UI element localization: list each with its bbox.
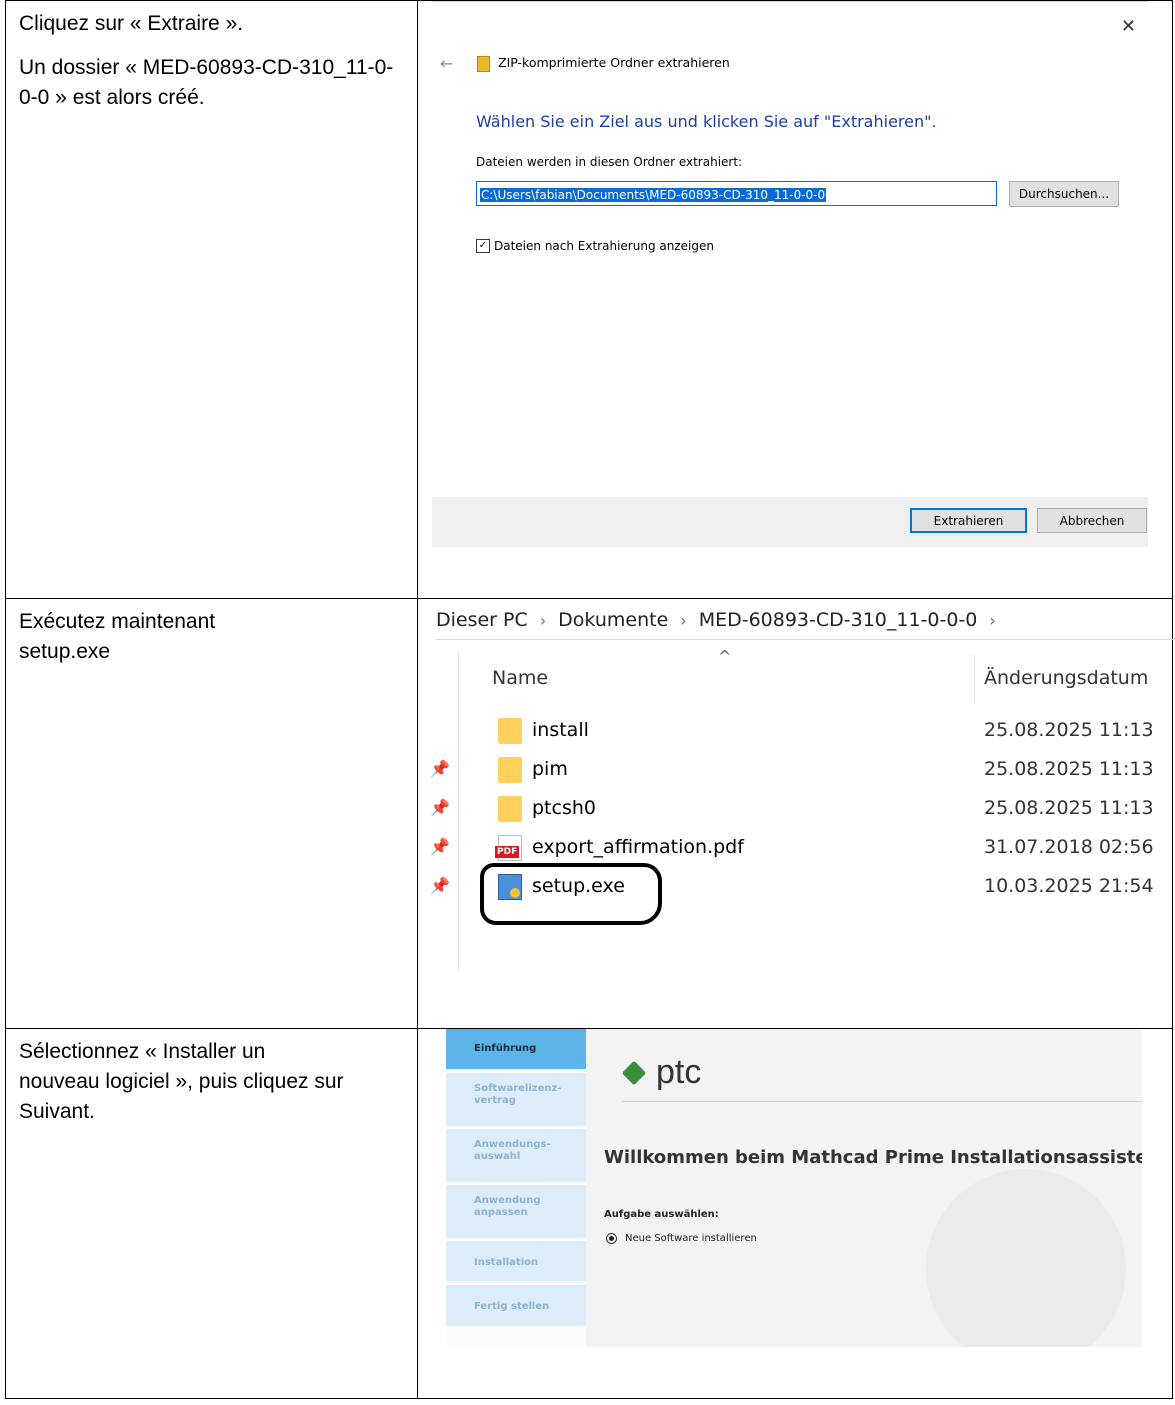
- file-date: 25.08.2025 11:13: [984, 719, 1154, 741]
- file-name: pim: [532, 758, 568, 780]
- breadcrumb-item[interactable]: Dokumente: [558, 609, 668, 631]
- dialog-heading: Wählen Sie ein Ziel aus und klicken Sie …: [476, 112, 937, 131]
- back-arrow-icon[interactable]: ←: [440, 54, 453, 73]
- folder-icon: [498, 718, 522, 744]
- checkmark-icon: ✓: [476, 239, 490, 253]
- extract-button[interactable]: Extrahieren: [910, 508, 1027, 533]
- folder-icon: [498, 757, 522, 783]
- step-row-installer: Sélectionnez « Installer un nouveau logi…: [5, 1028, 1173, 1399]
- folder-label: Dateien werden in diesen Ordner extrahie…: [476, 155, 743, 169]
- column-separator[interactable]: [974, 654, 975, 704]
- show-files-checkbox[interactable]: ✓ Dateien nach Extrahierung anzeigen: [476, 239, 714, 253]
- ptc-logo-icon: [621, 1060, 647, 1085]
- file-date: 31.07.2018 02:56: [984, 836, 1154, 858]
- installer-step-label: Anwendung anpassen: [474, 1195, 541, 1218]
- dialog-footer: Extrahieren Abbrechen: [432, 497, 1148, 547]
- task-label: Aufgabe auswählen:: [604, 1209, 719, 1220]
- ptc-logo-text: ptc: [656, 1053, 702, 1091]
- destination-path-input[interactable]: C:\Users\fabian\Documents\MED-60893-CD-3…: [476, 181, 997, 206]
- pdf-badge: PDF: [495, 846, 520, 858]
- installer-step[interactable]: Softwarelizenz- vertrag: [446, 1073, 586, 1127]
- background-image: [926, 1169, 1126, 1347]
- file-name: export_affirmation.pdf: [532, 836, 744, 858]
- divider: [436, 639, 1175, 640]
- screenshot-cell: ✕ ← ZIP-komprimierte Ordner extrahieren …: [417, 0, 1173, 599]
- breadcrumb-item[interactable]: MED-60893-CD-310_11-0-0-0: [699, 609, 978, 631]
- instruction-table: Cliquez sur « Extraire ». Un dossier « M…: [5, 0, 1175, 1399]
- installer-step[interactable]: Installation: [446, 1241, 586, 1283]
- breadcrumb-item[interactable]: Dieser PC: [436, 609, 528, 631]
- close-icon[interactable]: ✕: [1121, 16, 1136, 37]
- file-row[interactable]: install 25.08.2025 11:13: [418, 713, 1175, 752]
- step-instruction-cell: Exécutez maintenant setup.exe: [5, 598, 418, 1029]
- file-row[interactable]: 📌 pim 25.08.2025 11:13: [418, 752, 1175, 791]
- screenshot-cell: Einführung Softwarelizenz- vertrag Anwen…: [417, 1028, 1173, 1399]
- screenshot-cell: Dieser PC › Dokumente › MED-60893-CD-310_11-…: [417, 598, 1175, 1029]
- new-install-radio[interactable]: Neue Software installieren: [606, 1233, 757, 1244]
- file-date: 25.08.2025 11:13: [984, 797, 1154, 819]
- folder-icon: [498, 796, 522, 822]
- installer-step-label: Softwarelizenz- vertrag: [474, 1083, 562, 1106]
- show-files-label: Dateien nach Extrahierung anzeigen: [494, 239, 714, 253]
- cancel-button[interactable]: Abbrechen: [1037, 508, 1147, 533]
- welcome-heading: Willkommen beim Mathcad Prime Installati…: [604, 1147, 1142, 1168]
- file-date: 25.08.2025 11:13: [984, 758, 1154, 780]
- file-name: install: [532, 719, 589, 741]
- file-name: ptcsh0: [532, 797, 596, 819]
- dialog-title: ZIP-komprimierte Ordner extrahieren: [498, 55, 730, 70]
- step-row-extract: Cliquez sur « Extraire ». Un dossier « M…: [5, 0, 1173, 599]
- step-instruction-cell: Cliquez sur « Extraire ». Un dossier « M…: [5, 0, 418, 599]
- pin-icon[interactable]: 📌: [430, 798, 450, 817]
- pin-icon[interactable]: 📌: [430, 759, 450, 778]
- file-date: 10.03.2025 21:54: [984, 875, 1154, 897]
- column-header-name[interactable]: Name: [492, 667, 548, 689]
- step-instruction-cell: Sélectionnez « Installer un nouveau logi…: [5, 1028, 418, 1399]
- column-header-date[interactable]: Änderungsdatum: [984, 667, 1148, 689]
- pin-icon[interactable]: 📌: [430, 837, 450, 856]
- chevron-right-icon[interactable]: ›: [989, 611, 995, 630]
- sort-up-icon[interactable]: ^: [718, 647, 731, 666]
- installer-step[interactable]: Fertig stellen: [446, 1285, 586, 1327]
- file-explorer: Dieser PC › Dokumente › MED-60893-CD-310_11-…: [418, 599, 1175, 999]
- step-text: Cliquez sur « Extraire ».: [19, 12, 244, 35]
- installer-step[interactable]: Anwendung anpassen: [446, 1185, 586, 1239]
- chevron-right-icon: ›: [680, 611, 687, 630]
- installer-step[interactable]: Anwendungs- auswahl: [446, 1129, 586, 1183]
- step-row-run-setup: Exécutez maintenant setup.exe Dieser PC ›…: [5, 598, 1175, 1029]
- step-text: Un dossier « MED-60893-CD-310_11-0-0-0 »…: [19, 56, 394, 109]
- new-install-label: Neue Software installieren: [625, 1233, 757, 1244]
- destination-path-value: C:\Users\fabian\Documents\MED-60893-CD-3…: [480, 188, 827, 202]
- extract-dialog: ✕ ← ZIP-komprimierte Ordner extrahieren …: [432, 1, 1148, 547]
- zip-folder-icon: [477, 56, 490, 72]
- step-text: Exécutez maintenant setup.exe: [19, 610, 216, 663]
- chevron-right-icon: ›: [539, 611, 547, 630]
- divider: [622, 1101, 1142, 1102]
- breadcrumb: Dieser PC › Dokumente › MED-60893-CD-310_11-…: [436, 609, 1008, 631]
- installer-step-label: Anwendungs- auswahl: [474, 1139, 551, 1162]
- installer-window: Einführung Softwarelizenz- vertrag Anwen…: [446, 1029, 1142, 1347]
- highlight-circle: [480, 863, 662, 925]
- installer-step[interactable]: Einführung: [446, 1029, 586, 1071]
- pdf-icon: PDF: [495, 835, 522, 861]
- radio-selected-icon: [606, 1233, 617, 1244]
- browse-button[interactable]: Durchsuchen...: [1009, 181, 1119, 207]
- file-row[interactable]: 📌 ptcsh0 25.08.2025 11:13: [418, 791, 1175, 830]
- installer-sidebar: Einführung Softwarelizenz- vertrag Anwen…: [446, 1029, 586, 1347]
- pin-icon[interactable]: 📌: [430, 876, 450, 895]
- ptc-logo: ptc: [621, 1053, 702, 1092]
- step-text: Sélectionnez « Installer un nouveau logi…: [19, 1040, 344, 1123]
